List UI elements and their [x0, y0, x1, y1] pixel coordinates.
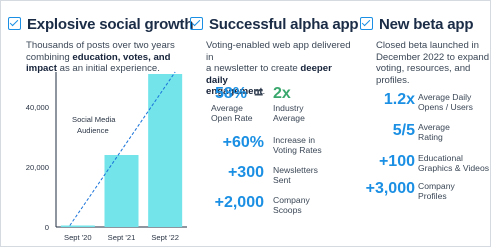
- social-audience-chart: 0 20,000 40,000 Sept '20 Sept '21 Sept '22 Soc…: [26, 71, 187, 242]
- y-tick-label: 0: [45, 223, 49, 232]
- daily-opens-ratio-label: Average Daily Opens / Users: [418, 92, 473, 112]
- newsletters-label: Newsletters Sent: [273, 165, 318, 185]
- beta-app-description: Closed beta launched in December 2022 to…: [376, 40, 491, 86]
- checkbox-icon: [190, 17, 203, 30]
- voting-increase-label: Increase in Voting Rates: [273, 135, 322, 155]
- x-tick-label: Sept '22: [151, 233, 179, 242]
- rating-value: 5/5: [392, 122, 415, 139]
- y-tick-label: 40,000: [26, 103, 49, 112]
- equals-sign: =: [254, 85, 264, 102]
- checkbox-icon: [360, 17, 373, 30]
- bar: [60, 225, 95, 227]
- beta-desc-line-3: voting, resources, and profiles.: [376, 63, 471, 86]
- y-tick-label: 20,000: [26, 163, 49, 172]
- voting-increase-value: +60%: [222, 134, 264, 151]
- educational-graphics-label: Educational Graphics & Videos: [418, 153, 490, 173]
- bar: [104, 155, 139, 227]
- open-rate-value: 58%: [214, 85, 247, 102]
- alpha-desc-line-1: Voting-enabled web app delivered in: [206, 40, 351, 63]
- beta-app-title-text: New beta app: [379, 16, 474, 33]
- scoops-label: Company Scoops: [273, 195, 310, 215]
- daily-opens-ratio-value: 1.2x: [383, 91, 415, 108]
- scoops-value: +2,000: [214, 194, 264, 211]
- newsletters-value: +300: [227, 164, 264, 181]
- bar: [148, 74, 183, 227]
- rating-label: Average Rating: [418, 122, 450, 142]
- company-profiles-value: +3,000: [365, 180, 415, 197]
- x-tick-label: Sept '21: [108, 233, 136, 242]
- alpha-app-title-text: Successful alpha app: [209, 16, 359, 33]
- industry-average-label: Industry Average: [273, 103, 305, 123]
- open-rate-label: Average Open Rate: [211, 103, 253, 123]
- industry-average-value: 2x: [273, 85, 291, 102]
- chart-annotation: Audience: [77, 126, 109, 135]
- educational-graphics-value: +100: [378, 153, 415, 170]
- beta-desc-line-1: Closed beta launched in: [376, 40, 479, 51]
- x-tick-label: Sept '20: [64, 233, 92, 242]
- beta-desc-line-2: December 2022 to expand: [376, 51, 490, 63]
- alpha-app-title: Successful alpha app: [190, 16, 359, 33]
- chart-annotation: Social Media: [72, 115, 116, 124]
- beta-app-title: New beta app: [360, 16, 473, 33]
- alpha-desc-line-2: a newsletter to create deeper daily: [206, 63, 332, 86]
- company-profiles-label: Company Profiles: [418, 181, 455, 201]
